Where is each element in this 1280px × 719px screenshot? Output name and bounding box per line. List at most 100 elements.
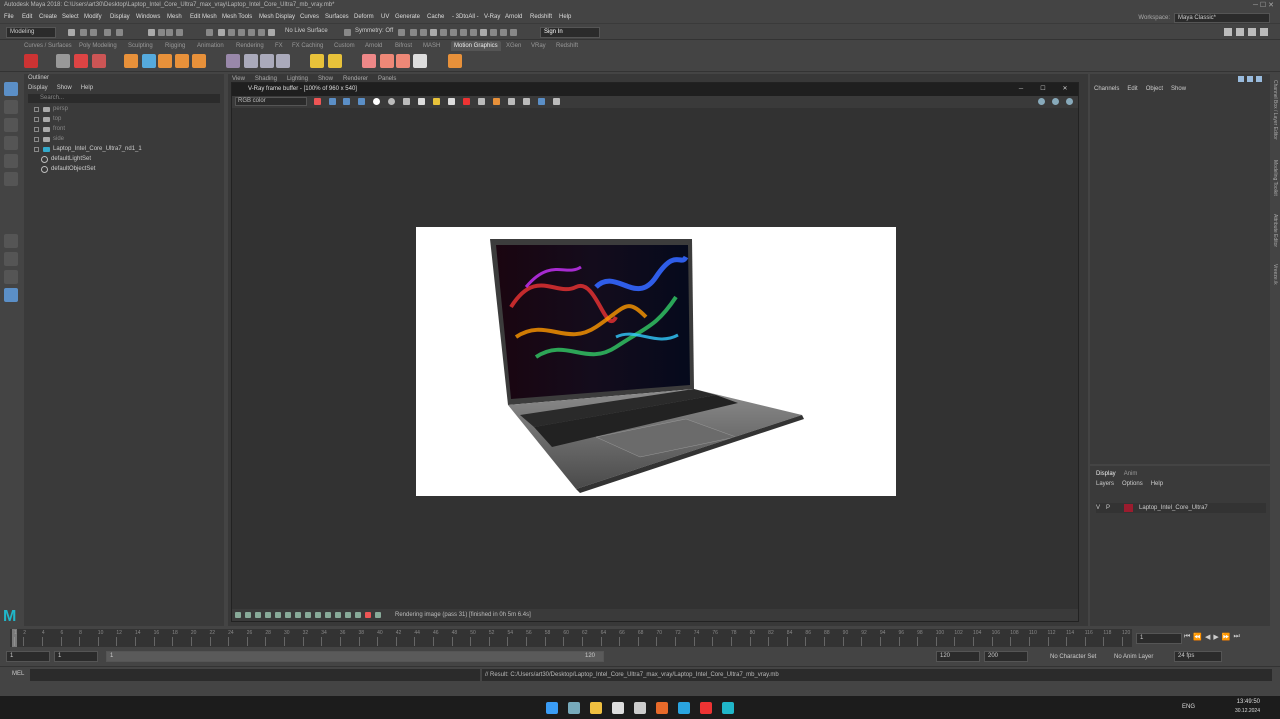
menu-windows[interactable]: Windows [136, 11, 160, 24]
vray-tool-icon[interactable] [523, 98, 530, 105]
frame-tick[interactable]: 28 [265, 630, 271, 636]
vray-status-icon[interactable] [345, 612, 351, 618]
frame-tick[interactable]: 46 [433, 630, 439, 636]
status-tool-icon[interactable] [68, 29, 75, 36]
outliner-item[interactable]: side [24, 134, 224, 144]
expand-icon[interactable] [34, 136, 39, 142]
frame-tick[interactable]: 76 [712, 630, 718, 636]
keyboard-language[interactable]: ENG [1182, 704, 1195, 710]
lasso-tool-icon[interactable] [4, 100, 18, 114]
status-tool-icon[interactable] [500, 29, 507, 36]
frame-tick[interactable]: 72 [675, 630, 681, 636]
menu-redshift[interactable]: Redshift [530, 11, 552, 24]
frame-tick[interactable]: 54 [507, 630, 513, 636]
frame-tick[interactable]: 118 [1103, 630, 1111, 636]
channel-box-menu-show[interactable]: Show [1171, 86, 1186, 92]
playback-icon[interactable]: ◀ [1205, 633, 1210, 643]
status-tool-icon[interactable] [510, 29, 517, 36]
status-tool-icon[interactable] [166, 29, 173, 36]
shelf-sphere-icon[interactable] [24, 54, 38, 68]
playback-end-field[interactable]: 120 [936, 651, 980, 662]
playback-icon[interactable]: ⏮ [1184, 633, 1190, 643]
telegram-icon[interactable] [678, 702, 690, 714]
menu-curves[interactable]: Curves [300, 11, 319, 24]
vray-right-icon[interactable] [1066, 98, 1073, 105]
shelf-tab-motion-graphics[interactable]: Motion Graphics [451, 41, 501, 51]
frame-tick[interactable]: 110 [1029, 630, 1037, 636]
four-view-icon[interactable] [4, 252, 18, 266]
layer-playback[interactable]: P [1106, 505, 1110, 511]
playback-controls[interactable]: ⏮ ⏪ ◀ ▶ ⏩ ⏭ [1184, 633, 1240, 643]
end-time-field[interactable]: 200 [984, 651, 1028, 662]
frame-tick[interactable]: 10 [98, 630, 104, 636]
frame-tick[interactable]: 92 [861, 630, 867, 636]
layer-row[interactable]: V P Laptop_Intel_Core_Ultra7 [1096, 503, 1266, 513]
clock-time[interactable]: 13:49:50 [1228, 699, 1260, 705]
menu-mesh[interactable]: Mesh [167, 11, 182, 24]
mode-dropdown[interactable]: Modeling [6, 27, 56, 38]
status-tool-icon[interactable] [480, 29, 487, 36]
frame-tick[interactable]: 38 [359, 630, 365, 636]
shelf-tab-sculpting[interactable]: Sculpting [128, 41, 153, 51]
layer-tab-anim[interactable]: Anim [1124, 471, 1138, 477]
range-slider[interactable]: 1 120 [106, 651, 604, 662]
single-view-icon[interactable] [4, 234, 18, 248]
frame-tick[interactable]: 20 [191, 630, 197, 636]
shelf-tab-rigging[interactable]: Rigging [165, 41, 185, 51]
playback-icon[interactable]: ⏪ [1193, 633, 1202, 643]
shelf-text-icon[interactable] [74, 54, 88, 68]
status-tool-icon[interactable] [90, 29, 97, 36]
menu-create[interactable]: Create [39, 11, 57, 24]
frame-tick[interactable]: 104 [973, 630, 981, 636]
shelf-wave-icon[interactable] [276, 54, 290, 68]
status-tool-icon[interactable] [218, 29, 225, 36]
file-explorer-icon[interactable] [590, 702, 602, 714]
vray-right-icon[interactable] [1052, 98, 1059, 105]
side-tab[interactable]: Modeling Toolkit [1272, 160, 1278, 196]
vray-tool-icon[interactable] [373, 98, 380, 105]
shelf-tab-fx[interactable]: FX [275, 41, 283, 51]
frame-tick[interactable]: 18 [172, 630, 178, 636]
shelf-tab-curves-surfaces[interactable]: Curves / Surfaces [24, 41, 72, 51]
layer-visibility[interactable]: V [1096, 505, 1100, 511]
outliner-item[interactable]: front [24, 124, 224, 134]
shelf-sun-icon[interactable] [328, 54, 342, 68]
menu-arnold[interactable]: Arnold [505, 11, 522, 24]
vray-tool-icon[interactable] [403, 98, 410, 105]
vray-tool-icon[interactable] [508, 98, 515, 105]
vray-tool-icon[interactable] [418, 98, 425, 105]
frame-tick[interactable]: 14 [135, 630, 141, 636]
frame-tick[interactable]: 58 [545, 630, 551, 636]
live-surface-label[interactable]: No Live Surface [282, 27, 342, 38]
frame-tick[interactable]: 12 [116, 630, 122, 636]
frame-tick[interactable]: 102 [954, 630, 962, 636]
yandex-browser-icon[interactable] [700, 702, 712, 714]
frame-tick[interactable]: 42 [396, 630, 402, 636]
frame-tick[interactable]: 96 [899, 630, 905, 636]
menu-edit[interactable]: Edit [22, 11, 32, 24]
layer-menu-layers[interactable]: Layers [1096, 481, 1114, 487]
shelf-tab-animation[interactable]: Animation [197, 41, 224, 51]
vray-status-icon[interactable] [315, 612, 321, 618]
layer-menu-help[interactable]: Help [1151, 481, 1163, 487]
status-tool-icon[interactable] [460, 29, 467, 36]
status-tool-icon[interactable] [398, 29, 405, 36]
menu-mesh-tools[interactable]: Mesh Tools [222, 11, 252, 24]
playback-icon[interactable]: ⏩ [1222, 633, 1231, 643]
frame-tick[interactable]: 52 [489, 630, 495, 636]
frame-tick[interactable]: 44 [414, 630, 420, 636]
shelf-tab-vray[interactable]: VRay [531, 41, 546, 51]
shelf-tab-xgen[interactable]: XGen [506, 41, 521, 51]
vray-tool-icon[interactable] [358, 98, 365, 105]
menu-generate[interactable]: Generate [395, 11, 420, 24]
shelf-curve-icon[interactable] [142, 54, 156, 68]
frame-tick[interactable]: 34 [321, 630, 327, 636]
outliner-menu-display[interactable]: Display [28, 83, 48, 93]
playback-icon[interactable]: ⏭ [1234, 633, 1240, 643]
window-controls[interactable]: ─ ☐ ✕ [1234, 1, 1274, 10]
menu-edit-mesh[interactable]: Edit Mesh [190, 11, 217, 24]
expand-icon[interactable] [34, 146, 39, 152]
move-tool-icon[interactable] [4, 136, 18, 150]
frame-tick[interactable]: 78 [731, 630, 737, 636]
frame-tick[interactable]: 60 [563, 630, 569, 636]
